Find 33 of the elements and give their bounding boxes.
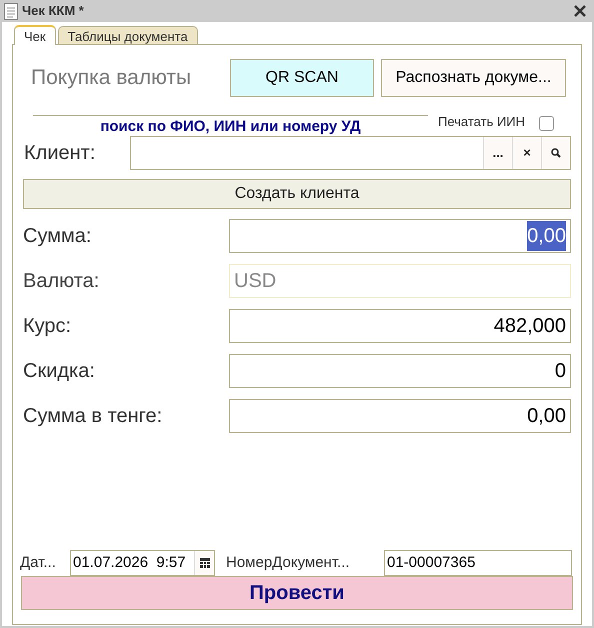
calendar-icon[interactable]	[200, 558, 210, 568]
action-button[interactable]: QR SCAN	[230, 59, 374, 97]
field-label: НомерДокумент...	[226, 552, 351, 573]
search-button[interactable]	[541, 137, 570, 169]
window-title: Чек ККМ *	[22, 2, 85, 20]
input-field[interactable]: 0,00	[229, 219, 571, 253]
field-label: Дат...	[20, 552, 57, 573]
checkbox-label: Печатать ИИН	[438, 112, 526, 130]
tab[interactable]: Чек	[14, 25, 56, 45]
field-button[interactable]: ×	[512, 137, 541, 169]
post-button[interactable]: Провести	[21, 576, 573, 610]
form-title: Покупка валюты	[30, 65, 192, 92]
search-icon	[551, 148, 561, 158]
input-field[interactable]: 482,000	[229, 309, 571, 343]
tab[interactable]: Таблицы документа	[58, 26, 198, 44]
input-field[interactable]: 0,00	[229, 399, 571, 433]
date-field[interactable]: 01.07.2026 9:57	[70, 550, 215, 576]
field-label: Валюта:	[23, 269, 100, 294]
field-label: Курс:	[23, 314, 72, 339]
checkbox[interactable]	[539, 116, 554, 131]
field-label: Сумма в тенге:	[23, 404, 164, 429]
close-icon[interactable]	[574, 5, 586, 17]
field-label: Клиент:	[23, 141, 96, 166]
field-button[interactable]: ...	[483, 137, 512, 169]
document-icon	[4, 2, 18, 20]
input-field[interactable]: 0	[229, 354, 571, 388]
client-field[interactable]: ... ×	[130, 136, 571, 170]
search-hint: поиск по ФИО, ИИН или номеру УД	[100, 117, 361, 133]
input-field[interactable]: 01-00007365	[384, 550, 572, 576]
field-label: Скидка:	[23, 359, 96, 384]
field-label: Сумма:	[23, 224, 92, 249]
action-button[interactable]: Распознать докуме...	[381, 59, 566, 97]
create-client-button[interactable]: Создать клиента	[23, 179, 571, 209]
